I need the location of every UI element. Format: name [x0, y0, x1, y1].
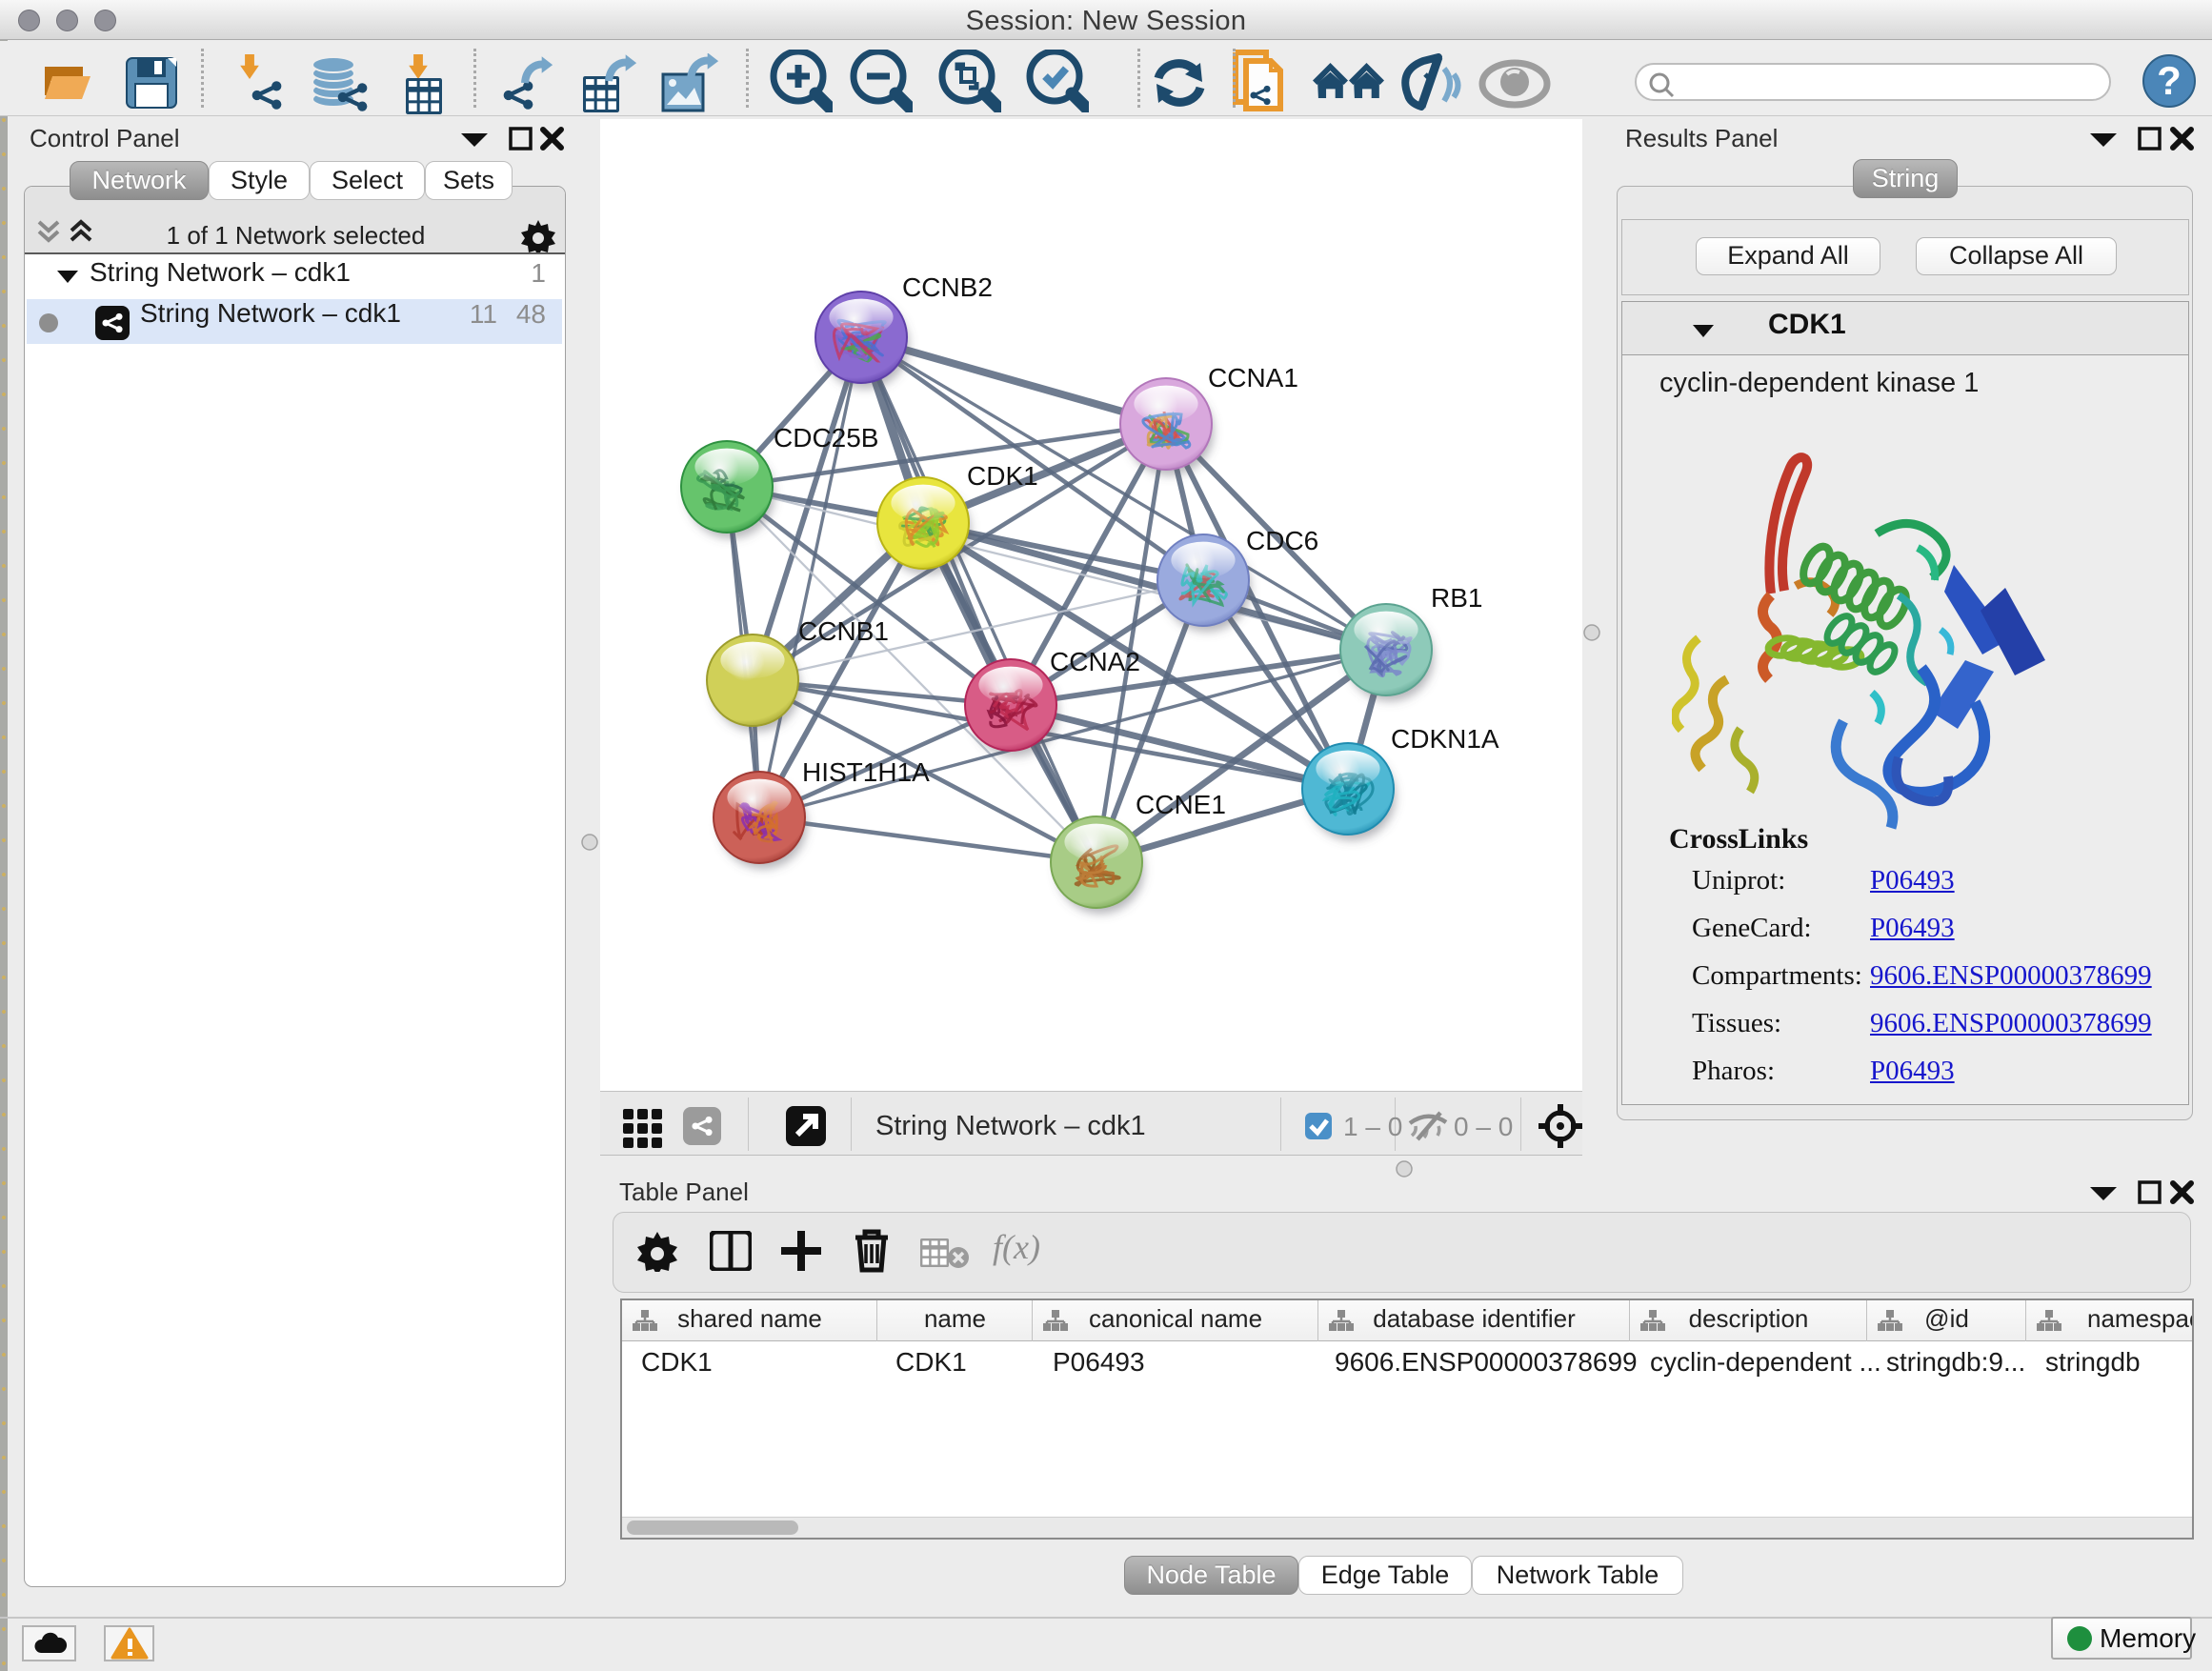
- svg-text:?: ?: [2157, 58, 2182, 103]
- svg-text:CCNE1: CCNE1: [1136, 790, 1226, 819]
- svg-text:CDC6: CDC6: [1246, 526, 1318, 555]
- svg-text:CCNA1: CCNA1: [1208, 363, 1298, 393]
- svg-text:CCNA2: CCNA2: [1050, 647, 1140, 676]
- svg-text:CCNB2: CCNB2: [902, 272, 993, 302]
- svg-text:CCNB1: CCNB1: [798, 616, 889, 646]
- svg-text:CDKN1A: CDKN1A: [1391, 724, 1499, 754]
- svg-text:CDC25B: CDC25B: [774, 423, 878, 453]
- svg-text:RB1: RB1: [1431, 583, 1482, 613]
- svg-text:HIST1H1A: HIST1H1A: [802, 757, 930, 787]
- svg-text:CDK1: CDK1: [967, 461, 1038, 491]
